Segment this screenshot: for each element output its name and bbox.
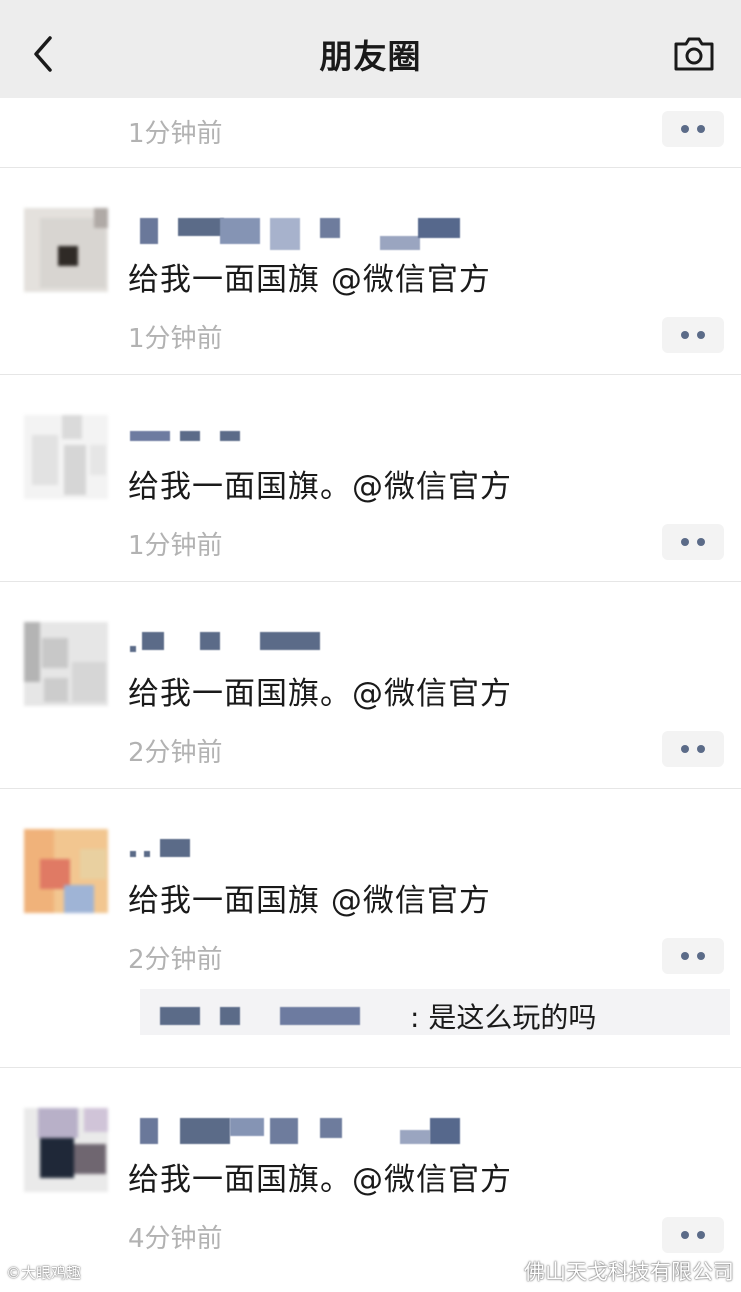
avatar[interactable] bbox=[24, 829, 108, 913]
post-timestamp: 1分钟前 bbox=[128, 119, 223, 149]
user-name-redacted[interactable] bbox=[130, 208, 490, 250]
commenter-name-redacted bbox=[280, 1007, 360, 1025]
post-text: 给我一面国旗。@微信官方 bbox=[128, 469, 512, 505]
user-name-redacted[interactable] bbox=[130, 1108, 490, 1146]
post-text: 给我一面国旗。@微信官方 bbox=[128, 676, 512, 712]
more-actions-button[interactable] bbox=[662, 938, 724, 974]
more-dots-icon bbox=[681, 952, 689, 960]
post-text: 给我一面国旗 @微信官方 bbox=[128, 262, 491, 298]
user-name-redacted[interactable] bbox=[130, 622, 490, 660]
comment-list: : 是这么玩的吗 bbox=[140, 989, 730, 1035]
user-name-redacted[interactable] bbox=[130, 829, 490, 867]
post-text: 给我一面国旗 @微信官方 bbox=[128, 883, 491, 919]
more-dots-icon bbox=[697, 331, 705, 339]
more-dots-icon bbox=[697, 745, 705, 753]
more-actions-button[interactable] bbox=[662, 317, 724, 353]
more-actions-button[interactable] bbox=[662, 1217, 724, 1253]
post-timestamp: 2分钟前 bbox=[128, 945, 223, 975]
post-timestamp: 1分钟前 bbox=[128, 324, 223, 354]
more-dots-icon bbox=[681, 538, 689, 546]
moment-post: 给我一面国旗 @微信官方 1分钟前 bbox=[0, 168, 741, 375]
post-text: 给我一面国旗。@微信官方 bbox=[128, 1162, 512, 1198]
more-actions-button[interactable] bbox=[662, 111, 724, 147]
comment-text[interactable]: : 是这么玩的吗 bbox=[410, 996, 596, 1036]
moment-post: 给我一面国旗。@微信官方 2分钟前 bbox=[0, 582, 741, 789]
avatar[interactable] bbox=[24, 208, 108, 292]
camera-icon[interactable] bbox=[672, 34, 716, 74]
moment-post: 1分钟前 bbox=[0, 98, 741, 168]
more-actions-button[interactable] bbox=[662, 524, 724, 560]
post-timestamp: 4分钟前 bbox=[128, 1224, 223, 1254]
more-dots-icon bbox=[697, 1231, 705, 1239]
more-dots-icon bbox=[681, 1231, 689, 1239]
commenter-name-redacted bbox=[220, 1007, 240, 1025]
more-actions-button[interactable] bbox=[662, 731, 724, 767]
avatar[interactable] bbox=[24, 622, 108, 706]
commenter-name-redacted bbox=[160, 1007, 200, 1025]
top-nav-bar: 朋友圈 bbox=[0, 0, 741, 98]
watermark-left: ©大眼鸡趣 bbox=[6, 1264, 82, 1282]
moments-feed: 1分钟前 给我一面国旗 @微信官方 1分钟前 给我一面国旗。@微信官方 1分钟前… bbox=[0, 98, 741, 1292]
moment-post: 给我一面国旗。@微信官方 1分钟前 bbox=[0, 375, 741, 582]
avatar[interactable] bbox=[24, 415, 108, 499]
more-dots-icon bbox=[681, 745, 689, 753]
more-dots-icon bbox=[697, 952, 705, 960]
moment-post: 给我一面国旗 @微信官方 2分钟前 : 是这么玩的吗 bbox=[0, 789, 741, 1068]
user-name-redacted[interactable] bbox=[130, 415, 490, 453]
post-timestamp: 1分钟前 bbox=[128, 531, 223, 561]
more-dots-icon bbox=[681, 331, 689, 339]
more-dots-icon bbox=[681, 125, 689, 133]
post-timestamp: 2分钟前 bbox=[128, 738, 223, 768]
page-title: 朋友圈 bbox=[319, 37, 422, 76]
watermark-right: 佛山天戈科技有限公司 bbox=[524, 1260, 734, 1284]
avatar[interactable] bbox=[24, 1108, 108, 1192]
more-dots-icon bbox=[697, 125, 705, 133]
more-dots-icon bbox=[697, 538, 705, 546]
